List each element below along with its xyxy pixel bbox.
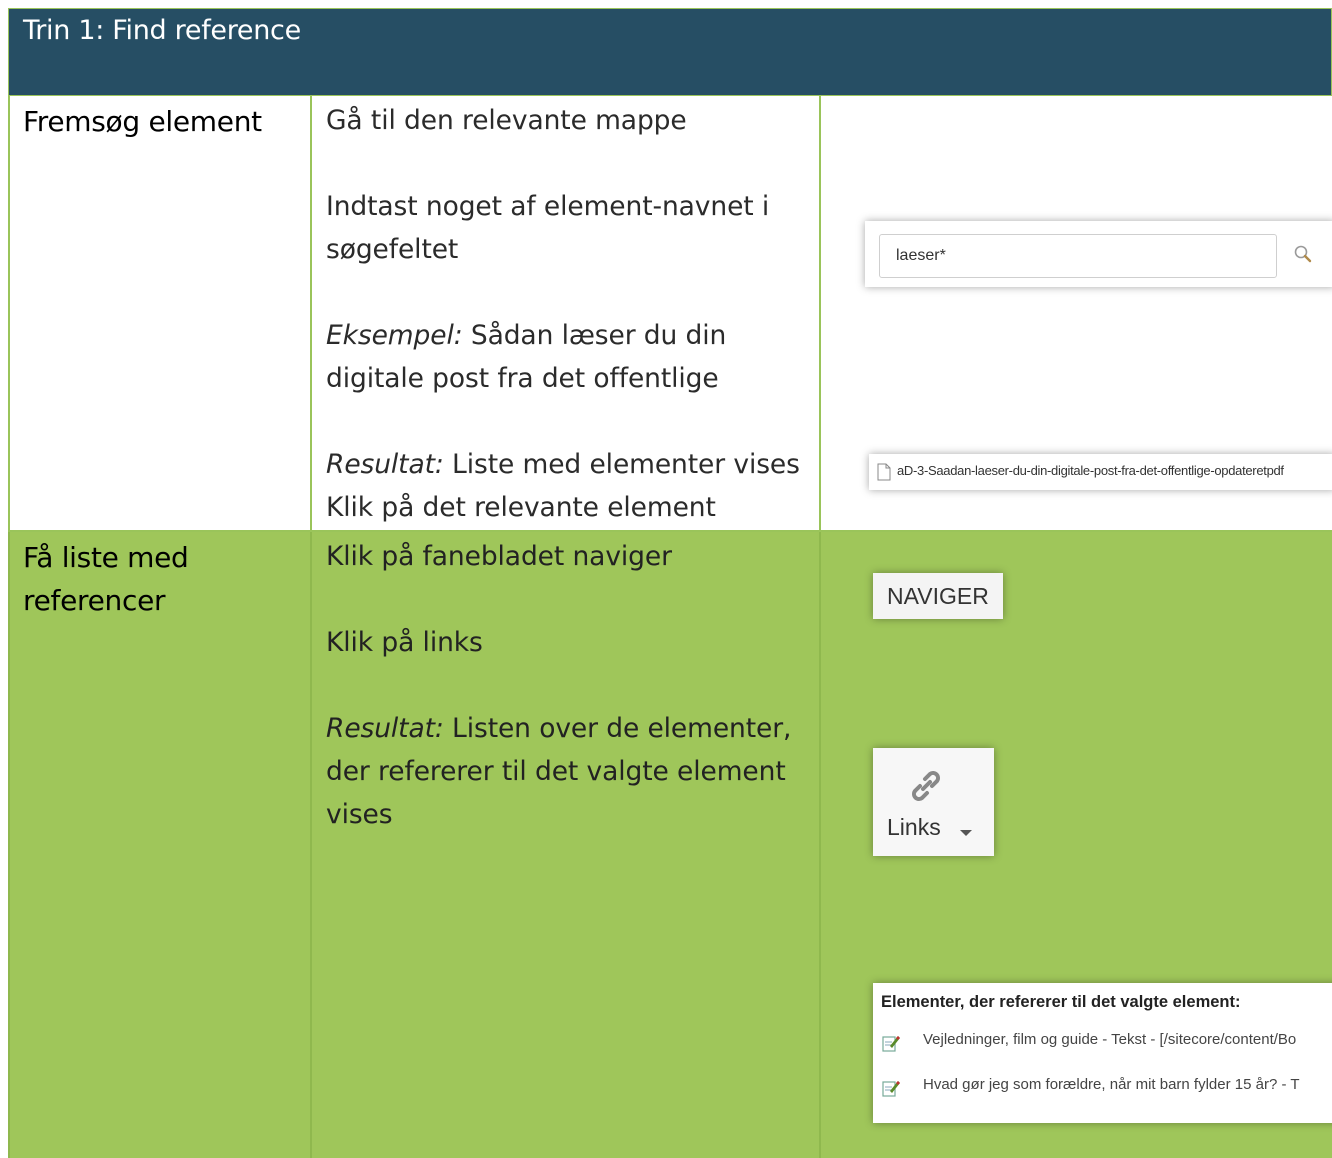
row-2-label-cell: Få liste med referencer: [8, 532, 310, 1158]
edit-document-icon: [882, 1036, 900, 1052]
row-1-label-cell: Fremsøg element: [8, 96, 310, 532]
step-label: Få liste med referencer: [23, 541, 189, 617]
result-prefix: Resultat:: [326, 449, 444, 480]
search-result-screenshot: aD-3-Saadan-laeser-du-din-digitale-post-…: [869, 454, 1332, 490]
instruction-line: Klik på links: [326, 627, 483, 658]
result-line: Resultat: Listen over de elementer, der …: [326, 707, 801, 836]
reference-item-label: Hvad gør jeg som forældre, når mit barn …: [923, 1076, 1300, 1093]
link-icon: [912, 771, 940, 801]
instruction-line: Gå til den relevante mappe: [326, 105, 687, 136]
header-title: Trin 1: Find reference: [23, 15, 301, 46]
search-icon[interactable]: [1293, 244, 1315, 266]
links-button-label: Links: [887, 814, 941, 840]
reference-item-label: Vejledninger, film og guide - Tekst - [/…: [923, 1031, 1297, 1048]
row-2-instructions-cell: Klik på fanebladet naviger Klik på links…: [310, 532, 819, 1158]
file-icon: [877, 463, 891, 481]
instruction-line: Klik på det relevante element: [326, 492, 716, 523]
result-prefix: Resultat:: [326, 713, 444, 744]
instruction-line: Indtast noget af element-navnet i søgefe…: [326, 191, 770, 265]
tab-naviger[interactable]: NAVIGER: [887, 583, 989, 610]
chevron-down-icon: [960, 830, 972, 836]
result-text: Liste med elementer vises: [443, 449, 800, 480]
references-title: Elementer, der refererer til det valgte …: [881, 993, 1241, 1011]
naviger-tab-screenshot: NAVIGER: [873, 573, 1003, 619]
example-line: Eksempel: Sådan læser du din digitale po…: [326, 314, 746, 400]
references-screenshot: Elementer, der refererer til det valgte …: [873, 983, 1332, 1123]
instruction-line: Klik på fanebladet naviger: [326, 541, 672, 572]
search-value: laeser*: [896, 247, 946, 264]
table-header: Trin 1: Find reference: [8, 8, 1332, 96]
search-input[interactable]: laeser*: [879, 234, 1277, 278]
example-prefix: Eksempel:: [326, 320, 463, 351]
step-label: Fremsøg element: [23, 105, 262, 138]
links-button-screenshot[interactable]: Links: [873, 748, 994, 856]
row-1-instructions-cell: Gå til den relevante mappe Indtast noget…: [310, 96, 819, 532]
search-screenshot: laeser*: [865, 221, 1332, 287]
search-result-item[interactable]: aD-3-Saadan-laeser-du-din-digitale-post-…: [897, 463, 1284, 478]
result-line: Resultat: Liste med elementer vises: [326, 443, 806, 486]
edit-document-icon: [882, 1081, 900, 1097]
